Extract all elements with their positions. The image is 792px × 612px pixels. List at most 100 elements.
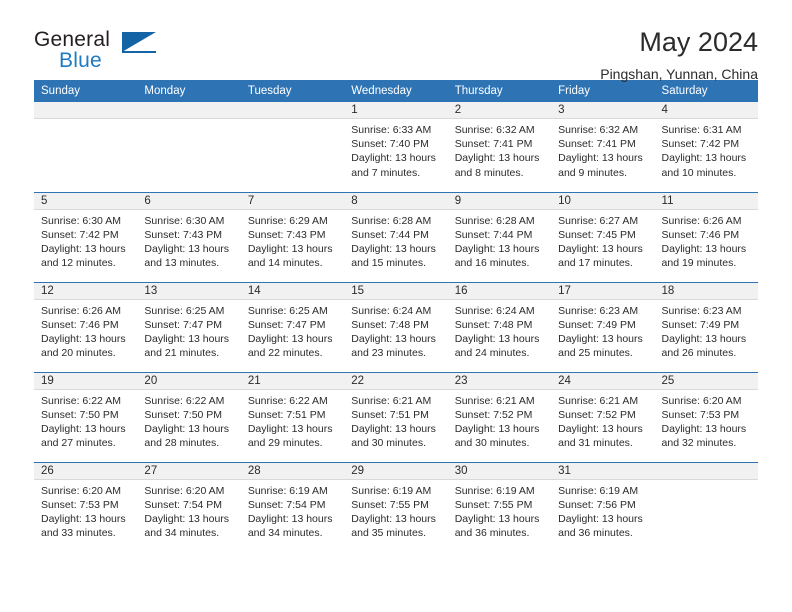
daylight-text-line1: Daylight: 13 hours [351,242,436,255]
sunrise-text: Sunrise: 6:23 AM [661,304,742,317]
daylight-text-line2: and 30 minutes. [454,437,530,450]
calendar-day-cell[interactable]: 14 Sunrise: 6:25 AM Sunset: 7:47 PM Dayligh… [240,281,345,372]
calendar-day-cell[interactable]: 25 Sunrise: 6:20 AM Sunset: 7:53 PM Dayligh… [654,371,758,462]
day-details: Sunrise: 6:30 AM Sunset: 7:43 PM Daylight:… [137,210,240,271]
daylight-text-line1: Daylight: 13 hours [247,242,333,255]
day-number: 16 [447,282,552,300]
calendar-day-cell[interactable]: 9 Sunrise: 6:28 AM Sunset: 7:44 PM Daylight… [447,191,552,282]
day-details: Sunrise: 6:32 AM Sunset: 7:41 PM Daylight:… [551,119,654,180]
day-details: Sunrise: 6:20 AM Sunset: 7:53 PM Daylight:… [655,390,758,451]
daylight-text-line1: Daylight: 13 hours [558,152,643,165]
calendar-day-cell[interactable]: 11 Sunrise: 6:26 AM Sunset: 7:46 PM Dayligh… [654,191,758,282]
sunrise-text: Sunrise: 6:24 AM [351,304,432,317]
logo-underline [122,51,156,53]
calendar-day-cell[interactable]: 28 Sunrise: 6:19 AM Sunset: 7:54 PM Dayligh… [240,461,345,552]
sunrise-text: Sunrise: 6:20 AM [661,394,742,407]
calendar-day-cell[interactable]: 6 Sunrise: 6:30 AM Sunset: 7:43 PM Daylight… [137,191,241,282]
day-number: 14 [240,282,345,300]
daylight-text-line1: Daylight: 13 hours [41,332,126,345]
weekday-header-monday: Monday [137,80,241,102]
calendar-day-cell[interactable]: 5 Sunrise: 6:30 AM Sunset: 7:42 PM Daylight… [34,191,138,282]
calendar-day-cell[interactable]: 12 Sunrise: 6:26 AM Sunset: 7:46 PM Dayligh… [34,281,138,372]
day-number: 25 [654,372,758,390]
calendar-day-cell[interactable]: 23 Sunrise: 6:21 AM Sunset: 7:52 PM Dayligh… [447,371,552,462]
calendar-day-cell[interactable]: 8 Sunrise: 6:28 AM Sunset: 7:44 PM Daylight… [344,191,448,282]
sunset-text: Sunset: 7:46 PM [661,228,740,241]
day-details: Sunrise: 6:21 AM Sunset: 7:52 PM Daylight:… [448,390,551,451]
daylight-text-line1: Daylight: 13 hours [351,332,436,345]
daylight-text-line1: Daylight: 13 hours [558,242,643,255]
daylight-text-line2: and 36 minutes. [454,527,530,540]
sunrise-text: Sunrise: 6:32 AM [558,124,639,136]
calendar-day-cell[interactable]: 1 Sunrise: 6:33 AM Sunset: 7:40 PM Daylight… [344,102,448,192]
day-number [654,462,758,480]
calendar-day-cell[interactable]: 13 Sunrise: 6:25 AM Sunset: 7:47 PM Dayligh… [137,281,241,372]
calendar-day-cell[interactable]: 21 Sunrise: 6:22 AM Sunset: 7:51 PM Dayligh… [240,371,345,462]
sunset-text: Sunset: 7:42 PM [41,228,119,241]
weekday-header-wednesday: Wednesday [344,80,448,102]
daylight-text-line2: and 26 minutes. [661,347,737,360]
sunset-text: Sunset: 7:41 PM [558,138,636,151]
calendar-body: 1 Sunrise: 6:33 AM Sunset: 7:40 PM Daylight… [34,102,758,552]
daylight-text-line1: Daylight: 13 hours [351,512,436,525]
calendar-day-cell[interactable]: 3 Sunrise: 6:32 AM Sunset: 7:41 PM Daylight… [551,102,655,192]
sunset-text: Sunset: 7:52 PM [558,408,636,421]
daylight-text-line1: Daylight: 13 hours [661,242,747,255]
calendar-day-cell[interactable]: 19 Sunrise: 6:22 AM Sunset: 7:50 PM Dayligh… [34,371,138,462]
daylight-text-line1: Daylight: 13 hours [454,512,540,525]
calendar-day-cell[interactable]: 29 Sunrise: 6:19 AM Sunset: 7:55 PM Dayligh… [344,461,448,552]
calendar-day-cell-empty [654,461,758,552]
sunrise-text: Sunrise: 6:30 AM [144,214,225,227]
calendar-day-cell[interactable]: 2 Sunrise: 6:32 AM Sunset: 7:41 PM Daylight… [447,102,552,192]
day-number: 28 [240,462,345,480]
day-details: Sunrise: 6:19 AM Sunset: 7:55 PM Daylight:… [448,480,551,541]
calendar-day-cell[interactable]: 16 Sunrise: 6:24 AM Sunset: 7:48 PM Dayligh… [447,281,552,372]
calendar-day-cell[interactable]: 20 Sunrise: 6:22 AM Sunset: 7:50 PM Dayligh… [137,371,241,462]
sunset-text: Sunset: 7:42 PM [661,138,740,151]
daylight-text-line2: and 34 minutes. [144,527,220,540]
calendar-day-cell[interactable]: 22 Sunrise: 6:21 AM Sunset: 7:51 PM Dayligh… [344,371,448,462]
day-number: 22 [344,372,448,390]
day-details: Sunrise: 6:25 AM Sunset: 7:47 PM Daylight:… [241,300,344,361]
sunrise-text: Sunrise: 6:22 AM [247,394,328,407]
calendar-day-cell[interactable]: 7 Sunrise: 6:29 AM Sunset: 7:43 PM Daylight… [240,191,345,282]
daylight-text-line2: and 8 minutes. [454,166,524,179]
day-number: 30 [447,462,552,480]
calendar-day-cell[interactable]: 17 Sunrise: 6:23 AM Sunset: 7:49 PM Dayligh… [551,281,655,372]
sunrise-text: Sunrise: 6:19 AM [558,484,639,497]
sunrise-text: Sunrise: 6:19 AM [247,484,328,497]
calendar-day-cell[interactable]: 4 Sunrise: 6:31 AM Sunset: 7:42 PM Daylight… [654,102,758,192]
calendar-day-cell[interactable]: 26 Sunrise: 6:20 AM Sunset: 7:53 PM Dayligh… [34,461,138,552]
calendar-day-cell[interactable]: 24 Sunrise: 6:21 AM Sunset: 7:52 PM Dayligh… [551,371,655,462]
daylight-text-line2: and 12 minutes. [41,257,116,270]
daylight-text-line1: Daylight: 13 hours [558,332,643,345]
sunrise-text: Sunrise: 6:32 AM [454,124,535,136]
daylight-text-line1: Daylight: 13 hours [454,422,540,435]
day-details: Sunrise: 6:32 AM Sunset: 7:41 PM Daylight:… [448,119,551,180]
calendar-day-cell[interactable]: 15 Sunrise: 6:24 AM Sunset: 7:48 PM Dayligh… [344,281,448,372]
day-details: Sunrise: 6:23 AM Sunset: 7:49 PM Daylight:… [551,300,654,361]
weekday-header-thursday: Thursday [447,80,552,102]
calendar-day-cell[interactable]: 30 Sunrise: 6:19 AM Sunset: 7:55 PM Dayligh… [447,461,552,552]
day-number: 3 [551,102,655,119]
day-number: 8 [344,192,448,210]
calendar-day-cell-empty [34,102,138,192]
sunset-text: Sunset: 7:44 PM [351,228,429,241]
day-details: Sunrise: 6:22 AM Sunset: 7:51 PM Daylight:… [241,390,344,451]
day-number: 24 [551,372,655,390]
calendar-week-row: 26 Sunrise: 6:20 AM Sunset: 7:53 PM Dayligh… [34,461,758,552]
calendar-day-cell[interactable]: 31 Sunrise: 6:19 AM Sunset: 7:56 PM Dayligh… [551,461,655,552]
calendar-day-cell[interactable]: 18 Sunrise: 6:23 AM Sunset: 7:49 PM Dayligh… [654,281,758,372]
calendar-week-row: 12 Sunrise: 6:26 AM Sunset: 7:46 PM Dayligh… [34,281,758,372]
daylight-text-line1: Daylight: 13 hours [247,422,333,435]
sunset-text: Sunset: 7:49 PM [558,318,636,331]
calendar-day-cell[interactable]: 10 Sunrise: 6:27 AM Sunset: 7:45 PM Dayligh… [551,191,655,282]
blue-triangle-logo-icon [122,32,156,52]
sunset-text: Sunset: 7:53 PM [661,408,740,421]
daylight-text-line2: and 17 minutes. [558,257,633,270]
day-number: 18 [654,282,758,300]
daylight-text-line2: and 29 minutes. [247,437,323,450]
calendar-day-cell[interactable]: 27 Sunrise: 6:20 AM Sunset: 7:54 PM Dayligh… [137,461,241,552]
daylight-text-line2: and 33 minutes. [41,527,116,540]
daylight-text-line1: Daylight: 13 hours [454,152,540,165]
